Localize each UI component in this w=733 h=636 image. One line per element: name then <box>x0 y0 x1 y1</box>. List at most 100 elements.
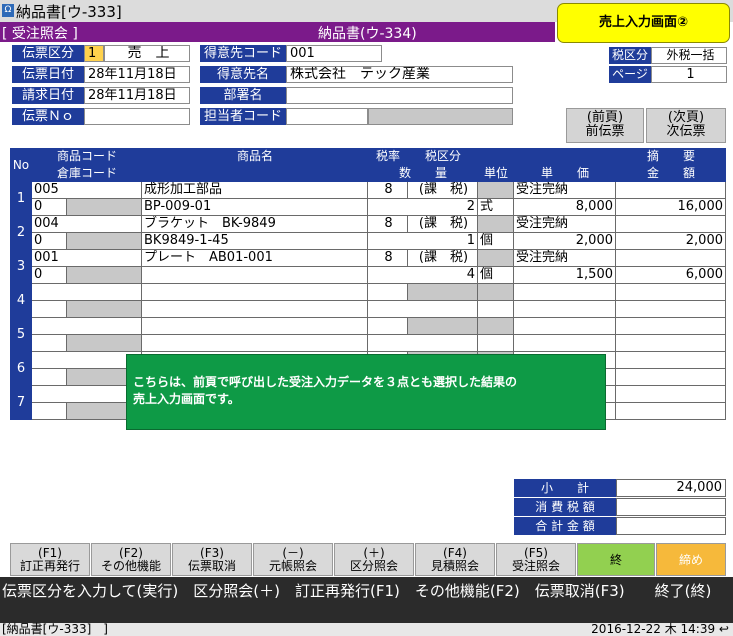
cell-warehouse[interactable] <box>32 369 67 386</box>
status-left: [納品書[ウ-333] ] <box>2 622 108 636</box>
staff-code-input[interactable] <box>286 108 368 125</box>
denpyo-no-input[interactable] <box>84 108 190 125</box>
customer-code-label: 得意先コード <box>200 45 286 62</box>
cell-amount[interactable] <box>616 403 726 420</box>
cell-amount[interactable]: 16,000 <box>616 199 726 216</box>
cell-tax-rate[interactable]: 8 <box>368 216 408 233</box>
cell-code[interactable] <box>32 284 142 301</box>
cell-price[interactable] <box>514 301 616 318</box>
fkey-button-4[interactable]: (－) 元帳照会 <box>253 543 333 576</box>
cell-qty[interactable] <box>368 335 478 352</box>
cell-name[interactable]: プレート AB01-001 <box>142 250 368 267</box>
cell-unit[interactable]: 式 <box>478 199 514 216</box>
cell-name2[interactable] <box>142 335 368 352</box>
prev-page-button[interactable]: (前頁) 前伝票 <box>566 108 644 143</box>
cell-qty[interactable]: 4 <box>368 267 478 284</box>
seikyu-date-input[interactable]: 28年11月18日 <box>84 87 190 104</box>
cell-code[interactable]: 001 <box>32 250 142 267</box>
cell-amount[interactable]: 2,000 <box>616 233 726 250</box>
cell-warehouse[interactable]: 0 <box>32 267 67 284</box>
denpyo-kubun-code-input[interactable]: 1 <box>84 45 104 62</box>
cell-price[interactable]: 2,000 <box>514 233 616 250</box>
cell-code[interactable]: 004 <box>32 216 142 233</box>
fkey-button-6[interactable]: (F4) 見積照会 <box>415 543 495 576</box>
cell-code[interactable]: 005 <box>32 182 142 199</box>
note-line-2: 売上入力画面です。 <box>133 392 240 406</box>
fkey-label: 伝票取消 <box>187 559 236 573</box>
cell-blank <box>616 352 726 369</box>
fkey-button-3[interactable]: (F3) 伝票取消 <box>172 543 252 576</box>
cell-name[interactable]: ブラケット BK-9849 <box>142 216 368 233</box>
cell-name[interactable] <box>142 318 368 335</box>
row-number: 2 <box>10 216 32 250</box>
fkey-button-5[interactable]: (＋) 区分照会 <box>334 543 414 576</box>
fkey-button-8[interactable]: 終 <box>577 543 655 576</box>
fkey-label: 訂正再発行 <box>19 559 80 573</box>
cell-warehouse[interactable]: 0 <box>32 199 67 216</box>
cell-amount[interactable] <box>616 335 726 352</box>
cell-price[interactable]: 1,500 <box>514 267 616 284</box>
document-label: 納品書(ウ-334) <box>318 26 417 42</box>
cell-status[interactable]: 受注完納 <box>514 216 616 233</box>
cell-amount[interactable] <box>616 301 726 318</box>
cell-code[interactable] <box>32 318 142 335</box>
subtotal-value: 24,000 <box>616 479 726 497</box>
cell-name[interactable]: 成形加工部品 <box>142 182 368 199</box>
customer-code-input[interactable]: 001 <box>286 45 382 62</box>
customer-name-input[interactable]: 株式会社 テック産業 <box>286 66 513 83</box>
cell-status[interactable]: 受注完納 <box>514 182 616 199</box>
cell-blank <box>616 250 726 267</box>
cell-amount[interactable]: 6,000 <box>616 267 726 284</box>
cell-qty[interactable]: 1 <box>368 233 478 250</box>
fkey-button-1[interactable]: (F1) 訂正再発行 <box>10 543 90 576</box>
cell-name2[interactable]: BK9849-1-45 <box>142 233 368 250</box>
cell-status[interactable] <box>514 318 616 335</box>
cell-tax-kind[interactable]: (課 税) <box>408 182 478 199</box>
cell-tax-kind[interactable]: (課 税) <box>408 216 478 233</box>
header-memo: 摘 要 <box>616 148 726 165</box>
prev-page-label: 前伝票 <box>585 124 625 139</box>
cell-status[interactable]: 受注完納 <box>514 250 616 267</box>
cell-tax-rate[interactable] <box>368 318 408 335</box>
cell-unit[interactable] <box>478 335 514 352</box>
cell-price[interactable]: 8,000 <box>514 199 616 216</box>
cell-unit[interactable] <box>478 301 514 318</box>
cell-warehouse[interactable] <box>32 301 67 318</box>
fkey-label: 見積照会 <box>430 559 479 573</box>
cell-qty[interactable]: 2 <box>368 199 478 216</box>
denpyo-date-input[interactable]: 28年11月18日 <box>84 66 190 83</box>
cell-name2[interactable] <box>142 267 368 284</box>
cell-price[interactable] <box>514 335 616 352</box>
cell-unit[interactable]: 個 <box>478 267 514 284</box>
cell-warehouse[interactable]: 0 <box>32 233 67 250</box>
cell-tax-rate[interactable] <box>368 284 408 301</box>
row-number: 1 <box>10 182 32 216</box>
fkey-button-2[interactable]: (F2) その他機能 <box>91 543 171 576</box>
cell-unit[interactable]: 個 <box>478 233 514 250</box>
dept-input[interactable] <box>286 87 513 104</box>
cell-name2[interactable] <box>142 301 368 318</box>
prev-page-key: (前頁) <box>586 110 624 125</box>
cell-tax-kind[interactable]: (課 税) <box>408 250 478 267</box>
cell-amount[interactable] <box>616 369 726 386</box>
cell-blank <box>67 233 142 250</box>
staff-name-display <box>368 108 513 125</box>
cell-qty[interactable] <box>368 301 478 318</box>
cell-blank <box>478 216 514 233</box>
cell-tax-rate[interactable]: 8 <box>368 182 408 199</box>
cell-status[interactable] <box>514 284 616 301</box>
note-line-1: こちらは、前頁で呼び出した受注入力データを３点とも選択した結果の <box>133 375 518 389</box>
cell-warehouse[interactable] <box>32 335 67 352</box>
cell-name2[interactable]: BP-009-01 <box>142 199 368 216</box>
fkey-button-9[interactable]: 締め <box>656 543 726 576</box>
next-page-key: (次頁) <box>667 110 705 125</box>
tax-kind-value: 外税一括 <box>651 47 727 64</box>
cell-warehouse[interactable] <box>32 403 67 420</box>
row-number: 3 <box>10 250 32 284</box>
header-no: No <box>10 148 32 182</box>
next-page-button[interactable]: (次頁) 次伝票 <box>646 108 726 143</box>
cell-name[interactable] <box>142 284 368 301</box>
mode-bar: [ 受注照会 ] 納品書(ウ-334) <box>0 22 555 42</box>
cell-tax-rate[interactable]: 8 <box>368 250 408 267</box>
fkey-button-7[interactable]: (F5) 受注照会 <box>496 543 576 576</box>
